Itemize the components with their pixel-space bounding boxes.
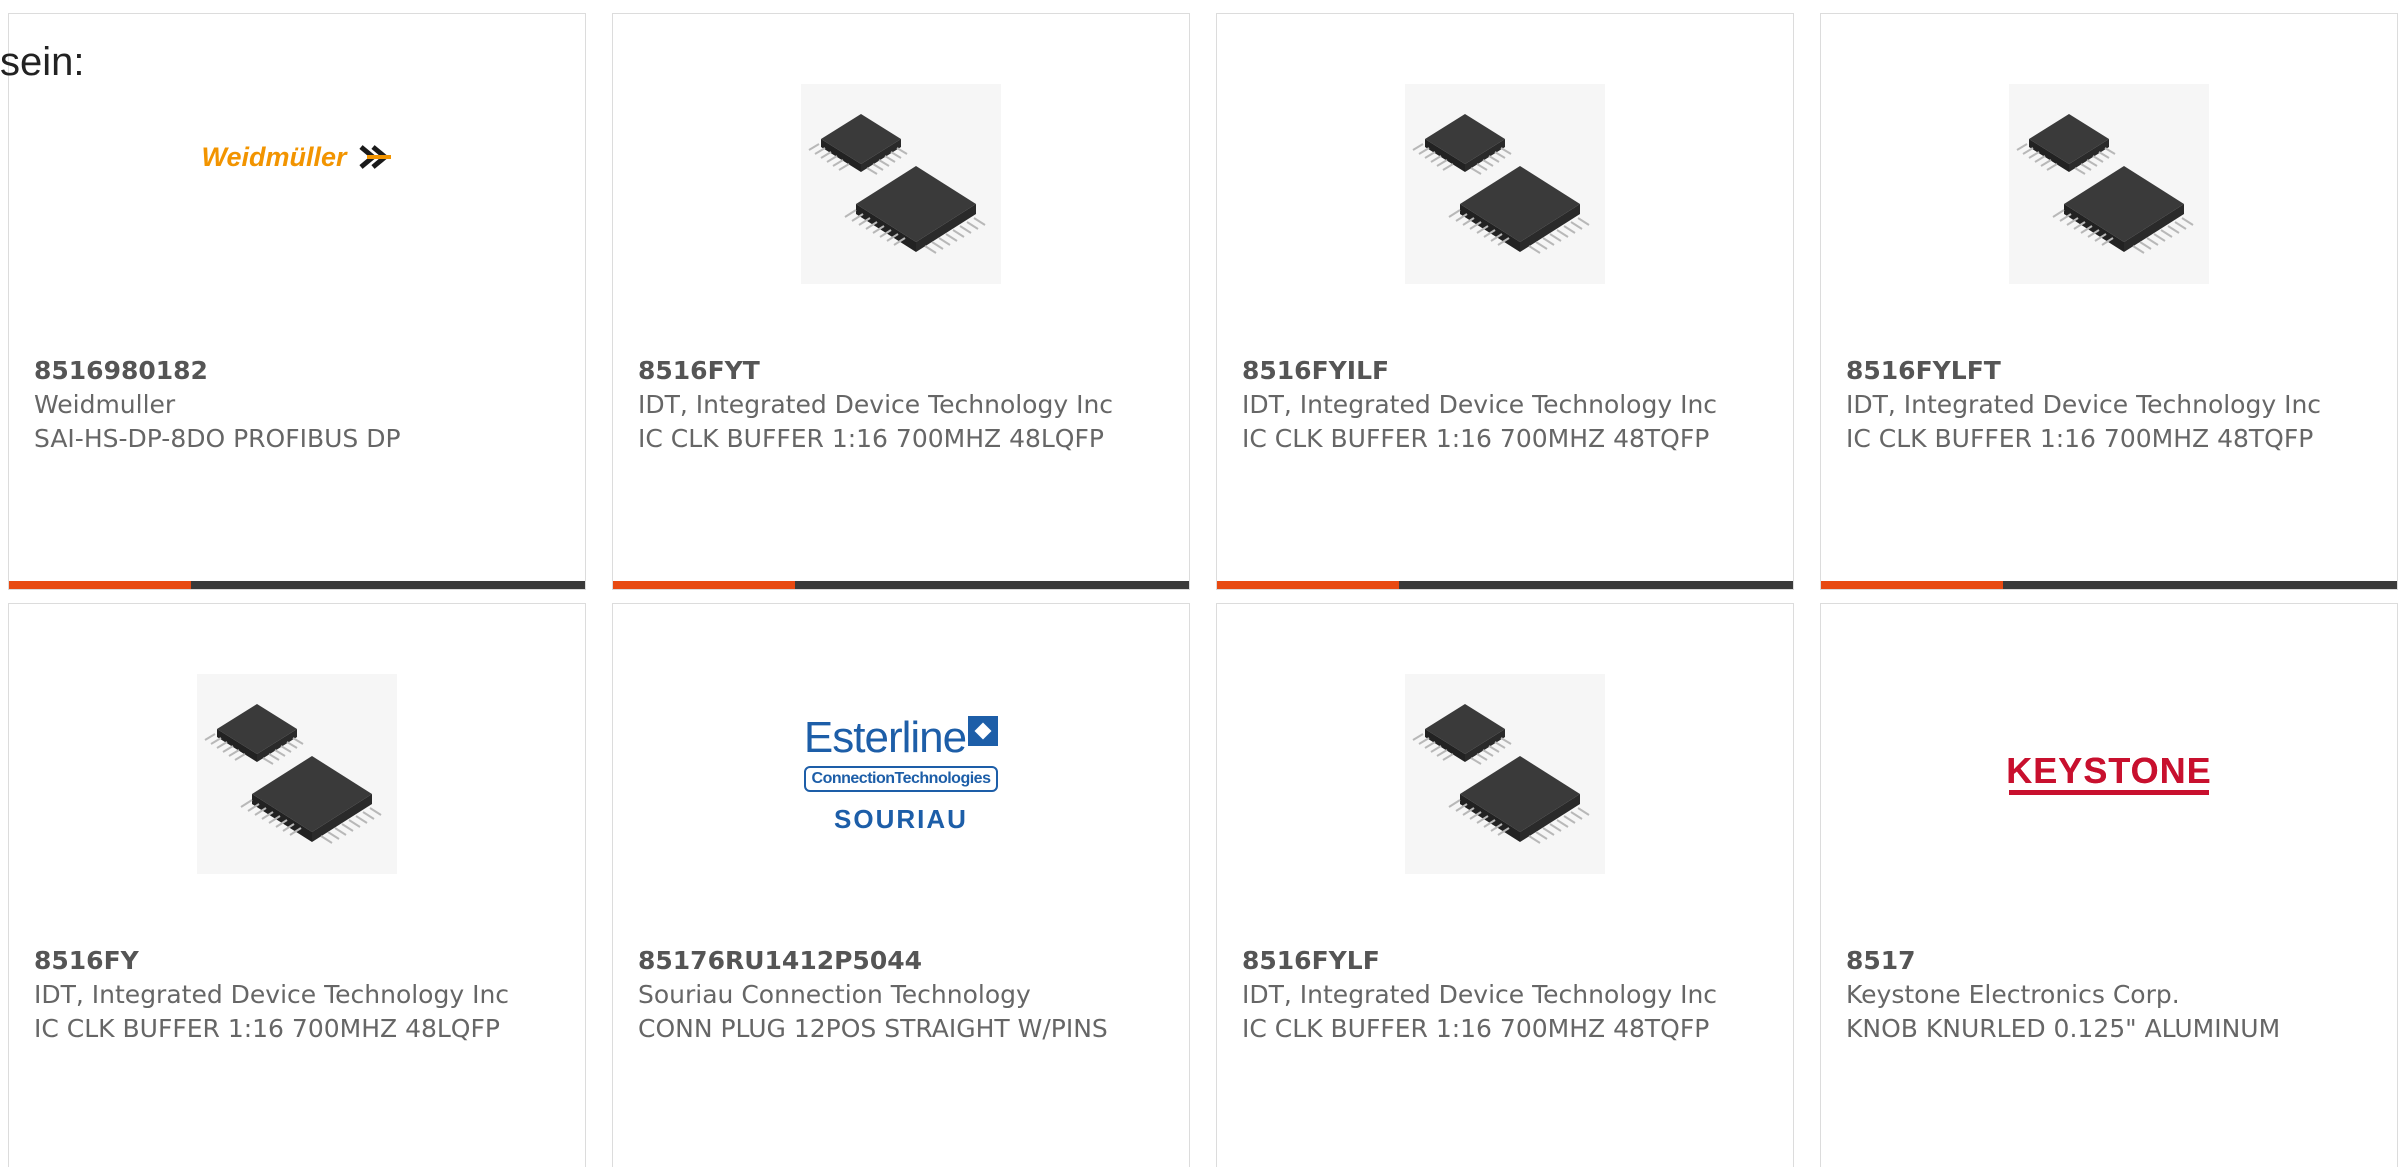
product-image[interactable]: Esterline ConnectionTechnologies SOURIAU — [613, 674, 1189, 874]
product-image[interactable]: Weidmüller — [9, 84, 585, 284]
product-info: 8516980182 Weidmuller SAI-HS-DP-8DO PROF… — [34, 354, 555, 456]
product-info: 85176RU1412P5044 Souriau Connection Tech… — [638, 944, 1159, 1046]
part-number[interactable]: 8516FYILF — [1242, 354, 1763, 388]
part-number[interactable]: 85176RU1412P5044 — [638, 944, 1159, 978]
product-card[interactable]: 8516FYILF IDT, Integrated Device Technol… — [1216, 13, 1794, 590]
product-image[interactable]: KEYSTONE — [1821, 674, 2397, 874]
description: IC CLK BUFFER 1:16 700MHZ 48TQFP — [1242, 424, 1710, 453]
esterline-mark-icon — [968, 715, 999, 746]
description: CONN PLUG 12POS STRAIGHT W/PINS — [638, 1014, 1108, 1043]
manufacturer: IDT, Integrated Device Technology Inc — [1242, 390, 1718, 419]
product-info: 8517 Keystone Electronics Corp. KNOB KNU… — [1846, 944, 2367, 1046]
card-bar-accent — [1821, 581, 2003, 589]
part-number[interactable]: 8516FY — [34, 944, 555, 978]
card-bottom-bar — [1217, 581, 1793, 589]
product-image[interactable] — [1821, 84, 2397, 284]
esterline-souriau-logo: Esterline ConnectionTechnologies SOURIAU — [803, 712, 999, 835]
ic-chip-icon — [2009, 84, 2209, 284]
product-card[interactable]: Esterline ConnectionTechnologies SOURIAU… — [612, 603, 1190, 1167]
manufacturer: IDT, Integrated Device Technology Inc — [34, 980, 510, 1009]
product-image[interactable] — [613, 84, 1189, 284]
product-card[interactable]: Weidmüller 8516980182 Weidmuller SAI-HS-… — [8, 13, 586, 590]
card-bottom-bar — [1821, 581, 2397, 589]
manufacturer: IDT, Integrated Device Technology Inc — [638, 390, 1114, 419]
manufacturer: Weidmuller — [34, 390, 176, 419]
part-number[interactable]: 8516FYT — [638, 354, 1159, 388]
product-info: 8516FY IDT, Integrated Device Technology… — [34, 944, 555, 1046]
souriau-logo-text: SOURIAU — [834, 803, 968, 834]
product-card[interactable]: 8516FYLFT IDT, Integrated Device Technol… — [1820, 13, 2398, 590]
part-number[interactable]: 8516FYLF — [1242, 944, 1763, 978]
card-bar-accent — [613, 581, 795, 589]
description: IC CLK BUFFER 1:16 700MHZ 48TQFP — [1242, 1014, 1710, 1043]
part-number[interactable]: 8516FYLFT — [1846, 354, 2367, 388]
product-info: 8516FYT IDT, Integrated Device Technolog… — [638, 354, 1159, 456]
product-card[interactable]: 8516FYT IDT, Integrated Device Technolog… — [612, 13, 1190, 590]
description: KNOB KNURLED 0.125" ALUMINUM — [1846, 1014, 2281, 1043]
product-image[interactable] — [9, 674, 585, 874]
manufacturer: Souriau Connection Technology — [638, 980, 1031, 1009]
page: sein: Weidmüller 8516980182 Weidmuller S… — [0, 0, 2400, 1167]
product-info: 8516FYILF IDT, Integrated Device Technol… — [1242, 354, 1763, 456]
ic-chip-icon — [1405, 84, 1605, 284]
card-bottom-bar — [613, 581, 1189, 589]
weidmuller-logo-text: Weidmüller — [201, 141, 347, 172]
keystone-logo-text: KEYSTONE — [2006, 750, 2212, 791]
description: IC CLK BUFFER 1:16 700MHZ 48LQFP — [34, 1014, 500, 1043]
manufacturer: IDT, Integrated Device Technology Inc — [1242, 980, 1718, 1009]
product-info: 8516FYLF IDT, Integrated Device Technolo… — [1242, 944, 1763, 1046]
product-grid: Weidmüller 8516980182 Weidmuller SAI-HS-… — [8, 13, 2398, 1167]
description: IC CLK BUFFER 1:16 700MHZ 48LQFP — [638, 424, 1104, 453]
ic-chip-icon — [1405, 674, 1605, 874]
card-bar-accent — [9, 581, 191, 589]
keystone-band — [2008, 790, 2209, 795]
description: SAI-HS-DP-8DO PROFIBUS DP — [34, 424, 401, 453]
part-number[interactable]: 8516980182 — [34, 354, 555, 388]
card-bottom-bar — [9, 581, 585, 589]
weidmuller-mark-icon — [358, 145, 391, 169]
manufacturer: Keystone Electronics Corp. — [1846, 980, 2180, 1009]
product-card[interactable]: 8516FYLF IDT, Integrated Device Technolo… — [1216, 603, 1794, 1167]
intro-text: sein: — [0, 40, 85, 84]
part-number[interactable]: 8517 — [1846, 944, 2367, 978]
product-image[interactable] — [1217, 84, 1793, 284]
keystone-logo: KEYSTONE — [2006, 753, 2211, 795]
ic-chip-icon — [801, 84, 1001, 284]
manufacturer: IDT, Integrated Device Technology Inc — [1846, 390, 2322, 419]
product-card[interactable]: 8516FY IDT, Integrated Device Technology… — [8, 603, 586, 1167]
esterline-logo-sub: ConnectionTechnologies — [803, 765, 999, 792]
ic-chip-icon — [197, 674, 397, 874]
esterline-logo-text: Esterline — [803, 712, 967, 762]
product-card[interactable]: KEYSTONE 8517 Keystone Electronics Corp.… — [1820, 603, 2398, 1167]
weidmuller-logo: Weidmüller — [201, 142, 392, 173]
card-bar-accent — [1217, 581, 1399, 589]
product-image[interactable] — [1217, 674, 1793, 874]
description: IC CLK BUFFER 1:16 700MHZ 48TQFP — [1846, 424, 2314, 453]
product-info: 8516FYLFT IDT, Integrated Device Technol… — [1846, 354, 2367, 456]
